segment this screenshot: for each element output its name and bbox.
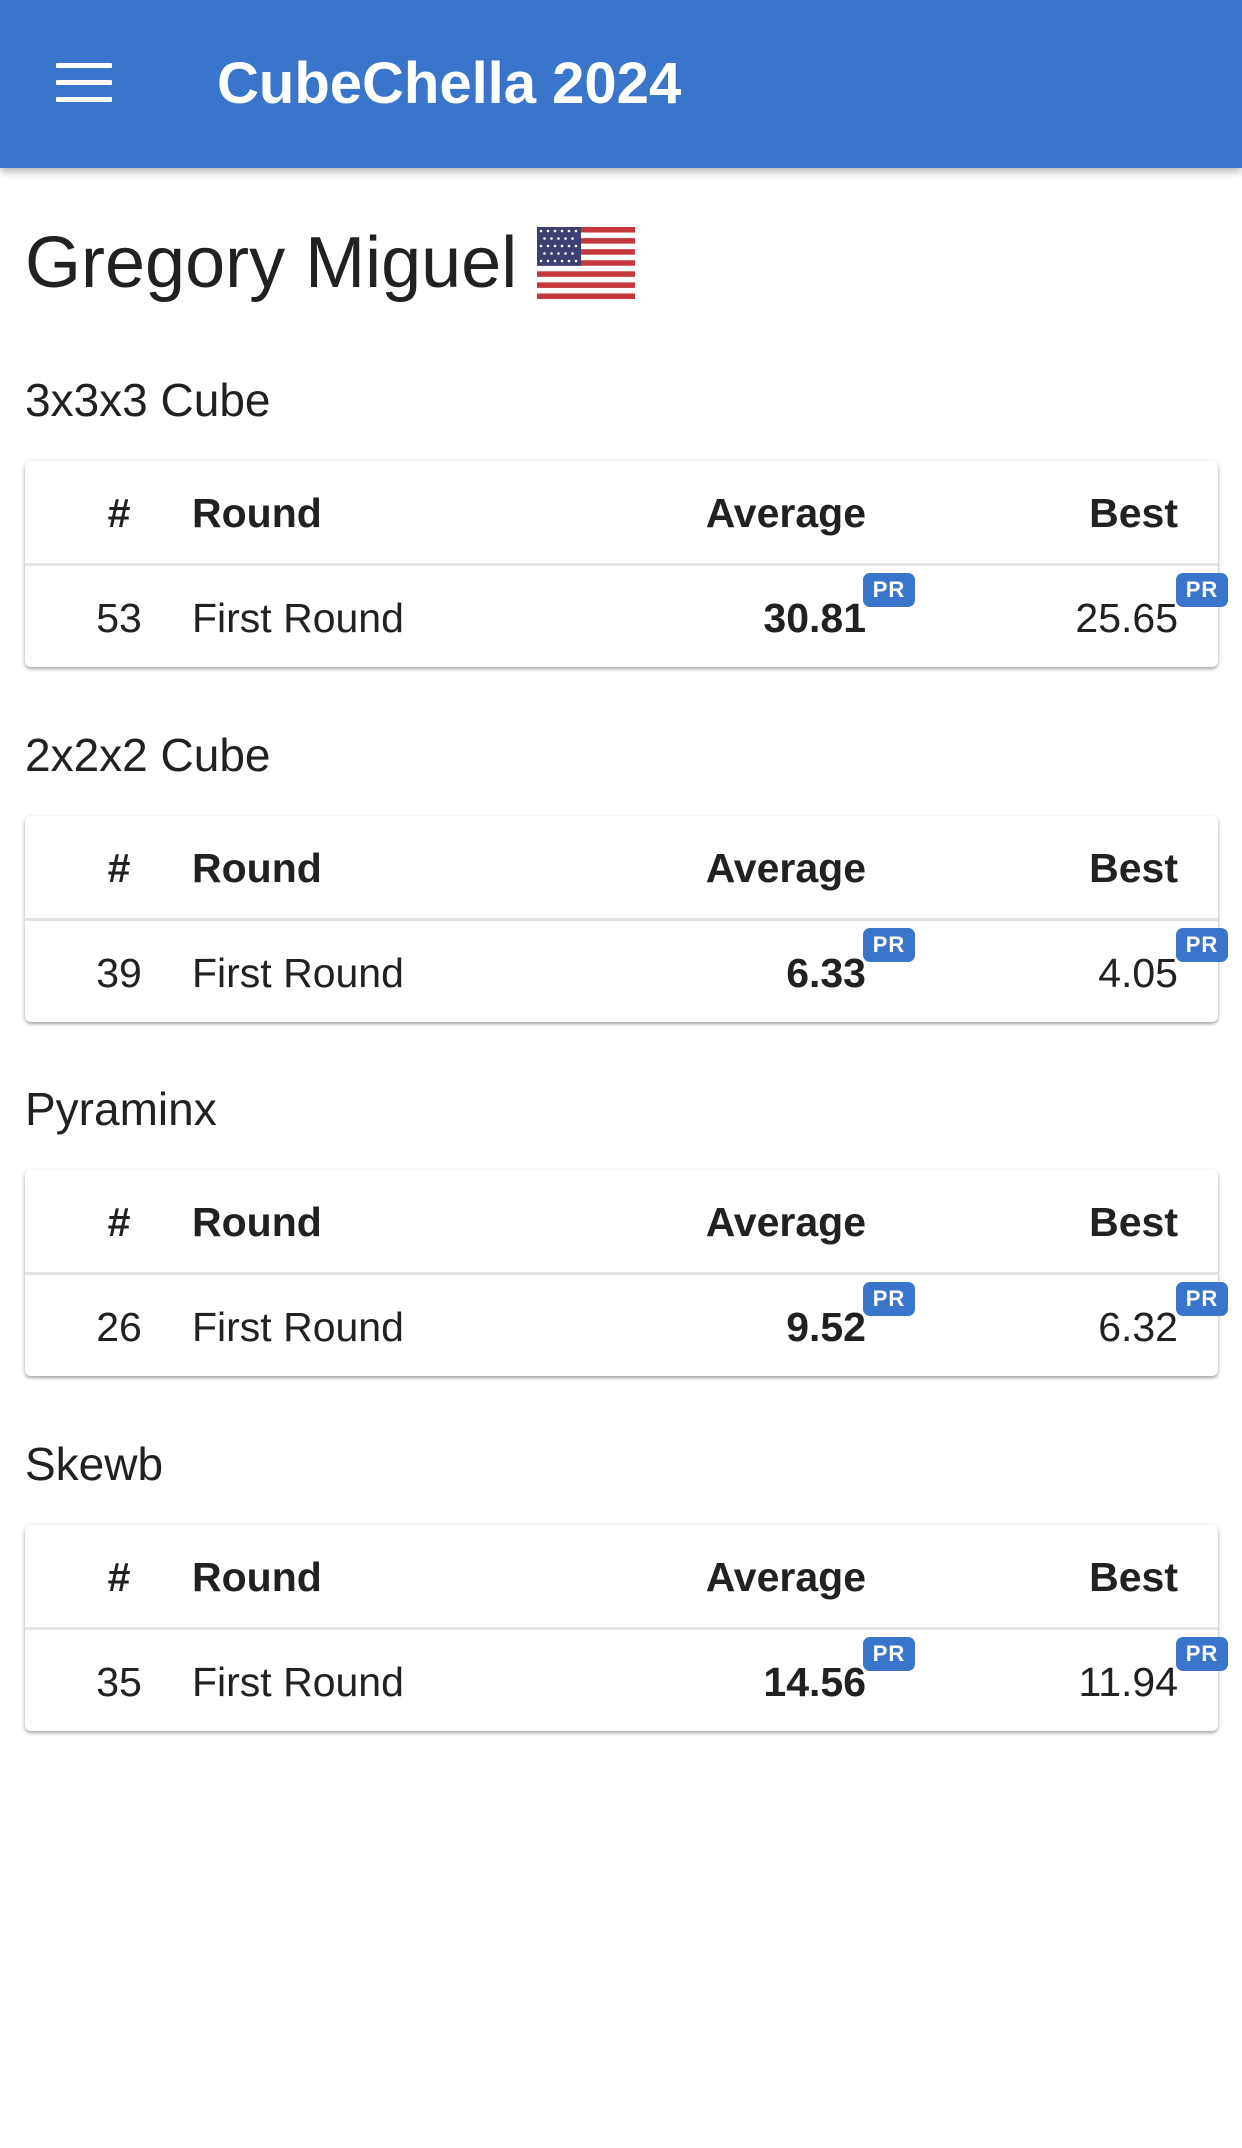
results-table-222: # Round Average Best 39 First Round 6.33… (25, 816, 1228, 1022)
person-name: Gregory Miguel (25, 223, 518, 303)
results-table-skewb: # Round Average Best 35 First Round 14.5… (25, 1525, 1228, 1731)
pr-badge: PR (1176, 573, 1228, 607)
header-average: Average (705, 845, 866, 891)
results-table-pyraminx: # Round Average Best 26 First Round 9.52… (25, 1170, 1228, 1376)
header-best: Best (1089, 1554, 1178, 1600)
event-title-skewb: Skewb (25, 1438, 164, 1490)
hamburger-menu-icon[interactable] (56, 60, 112, 104)
table-header: # Round Average Best (25, 1525, 1218, 1630)
result-round: First Round (192, 595, 404, 641)
header-round: Round (192, 490, 322, 536)
header-rank: # (107, 845, 131, 891)
header-rank: # (107, 1199, 131, 1245)
pr-badge: PR (863, 928, 915, 962)
result-best: 25.65 (1075, 595, 1178, 641)
result-round: First Round (192, 1659, 404, 1705)
event-title-222: 2x2x2 Cube (25, 729, 271, 781)
result-average: 6.33 (786, 950, 866, 996)
result-best: 11.94 (1078, 1659, 1178, 1705)
header-round: Round (192, 1199, 322, 1245)
header-average: Average (705, 1554, 866, 1600)
header-best: Best (1089, 1199, 1178, 1245)
pr-badge: PR (1176, 1282, 1228, 1316)
menu-icon-line (56, 97, 112, 102)
header-best: Best (1089, 490, 1178, 536)
app-title: CubeChella 2024 (217, 51, 682, 116)
menu-icon-line (56, 63, 112, 68)
header-round: Round (192, 845, 322, 891)
header-rank: # (107, 490, 131, 536)
result-best: 4.05 (1098, 950, 1178, 996)
result-average: 14.56 (763, 1659, 866, 1705)
table-header: # Round Average Best (25, 816, 1218, 921)
menu-icon-line (56, 80, 112, 85)
table-row[interactable]: 39 First Round 6.33 PR 4.05 PR (25, 924, 1228, 1022)
pr-badge: PR (863, 1282, 915, 1316)
pr-badge: PR (1176, 928, 1228, 962)
pr-badge: PR (863, 1637, 915, 1671)
person-header: Gregory Miguel (25, 218, 636, 308)
table-header: # Round Average Best (25, 1170, 1218, 1275)
table-row[interactable]: 53 First Round 30.81 PR 25.65 PR (25, 569, 1228, 667)
us-flag-icon (537, 227, 636, 299)
result-rank: 35 (96, 1659, 142, 1705)
result-rank: 53 (96, 595, 142, 641)
event-title-333: 3x3x3 Cube (25, 374, 271, 426)
result-average: 9.52 (786, 1304, 866, 1350)
header-rank: # (107, 1554, 131, 1600)
result-round: First Round (192, 1304, 404, 1350)
header-average: Average (705, 1199, 866, 1245)
results-table-333: # Round Average Best 53 First Round 30.8… (25, 461, 1228, 667)
table-row[interactable]: 35 First Round 14.56 PR 11.94 PR (25, 1633, 1228, 1731)
header-round: Round (192, 1554, 322, 1600)
header-average: Average (705, 490, 866, 536)
app-bar: CubeChella 2024 (0, 0, 1242, 168)
header-best: Best (1089, 845, 1178, 891)
table-row[interactable]: 26 First Round 9.52 PR 6.32 PR (25, 1278, 1228, 1376)
result-average: 30.81 (763, 595, 866, 641)
event-title-pyraminx: Pyraminx (25, 1083, 217, 1135)
result-rank: 26 (96, 1304, 142, 1350)
pr-badge: PR (1176, 1637, 1228, 1671)
result-best: 6.32 (1098, 1304, 1178, 1350)
result-rank: 39 (96, 950, 142, 996)
table-header: # Round Average Best (25, 461, 1218, 566)
pr-badge: PR (863, 573, 915, 607)
result-round: First Round (192, 950, 404, 996)
